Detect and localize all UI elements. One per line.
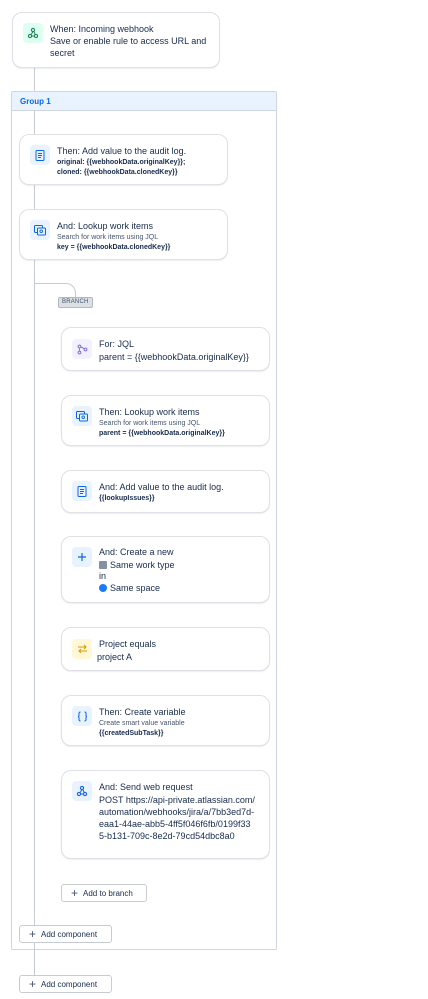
webhook-icon — [23, 23, 43, 43]
variable-subtitle: Create smart value variable — [99, 720, 185, 727]
audit-log-title: Then: Add value to the audit log. — [57, 146, 187, 156]
space-icon — [99, 583, 107, 592]
create-space: Same space — [99, 583, 261, 595]
condition-card[interactable]: Project equals project A — [61, 627, 270, 671]
condition-value: project A — [97, 652, 133, 662]
variable-name: {{createdSubTask}} — [99, 730, 164, 737]
webhook-icon — [72, 781, 92, 801]
lookup-card[interactable]: And: Lookup work items Search for work i… — [19, 209, 228, 260]
connector-line — [34, 950, 35, 975]
group-title: Group 1 — [12, 92, 276, 111]
audit-log-original: original: {{webhookData.originalKey}}; — [57, 159, 186, 166]
create-variable-card[interactable]: Then: Create variable Create smart value… — [61, 695, 270, 746]
plus-icon — [72, 547, 92, 567]
plus-icon: + — [71, 886, 79, 900]
create-work-type-label: Same work type — [110, 559, 175, 570]
plus-icon: + — [29, 977, 37, 991]
for-jql-query: parent = {{webhookData.originalKey}} — [99, 352, 249, 362]
branch-lookup-query: parent = {{webhookData.originalKey}} — [99, 430, 225, 437]
trigger-card[interactable]: When: Incoming webhook Save or enable ru… — [12, 12, 220, 68]
branch-audit-value: {{lookupIssues}} — [99, 495, 155, 502]
swap-arrows-icon — [72, 639, 92, 659]
branch-lookup-title: Then: Lookup work items — [99, 407, 200, 417]
branch-tag: BRANCH — [58, 297, 93, 308]
add-component-label: Add component — [41, 979, 98, 989]
audit-log-icon — [72, 481, 92, 501]
web-request-url: POST https://api-private.atlassian.com/a… — [99, 795, 255, 841]
connector-line — [34, 67, 35, 92]
create-work-type: Same work type — [99, 560, 261, 572]
add-to-branch-button[interactable]: + Add to branch — [61, 884, 147, 902]
trigger-description: Save or enable rule to access URL and se… — [50, 36, 207, 58]
audit-log-icon — [30, 145, 50, 165]
work-type-icon — [99, 560, 107, 569]
braces-icon — [72, 706, 92, 726]
for-jql-card[interactable]: For: JQL parent = {{webhookData.original… — [61, 327, 270, 371]
audit-log-card[interactable]: Then: Add value to the audit log. origin… — [19, 134, 228, 185]
lookup-title: And: Lookup work items — [57, 221, 154, 231]
audit-log-cloned: cloned: {{webhookData.clonedKey}} — [57, 169, 178, 176]
branch-lookup-subtitle: Search for work items using JQL — [99, 420, 201, 427]
create-issue-card[interactable]: And: Create a new Same work type in Same… — [61, 536, 270, 603]
create-space-label: Same space — [110, 582, 161, 593]
group-add-component-label: Add component — [41, 929, 98, 939]
web-request-card[interactable]: And: Send web request POST https://api-p… — [61, 770, 270, 859]
for-jql-title: For: JQL — [99, 339, 135, 349]
condition-title: Project equals — [99, 639, 157, 649]
lookup-query: key = {{webhookData.clonedKey}} — [57, 244, 171, 251]
lookup-icon — [30, 220, 50, 240]
branch-jql-icon — [72, 339, 92, 359]
group-add-component-button[interactable]: + Add component — [19, 925, 112, 943]
branch-audit-title: And: Add value to the audit log. — [99, 482, 224, 492]
create-title: And: Create a new — [99, 547, 174, 557]
plus-icon: + — [29, 927, 37, 941]
branch-audit-card[interactable]: And: Add value to the audit log. {{looku… — [61, 470, 270, 513]
web-request-title: And: Send web request — [99, 782, 193, 792]
lookup-icon — [72, 406, 92, 426]
trigger-title: When: Incoming webhook — [50, 24, 154, 34]
branch-lookup-card[interactable]: Then: Lookup work items Search for work … — [61, 395, 270, 446]
variable-title: Then: Create variable — [99, 707, 186, 717]
add-component-button[interactable]: + Add component — [19, 975, 112, 993]
lookup-subtitle: Search for work items using JQL — [57, 234, 159, 241]
add-to-branch-label: Add to branch — [83, 888, 133, 898]
create-in-label: in — [99, 571, 107, 581]
